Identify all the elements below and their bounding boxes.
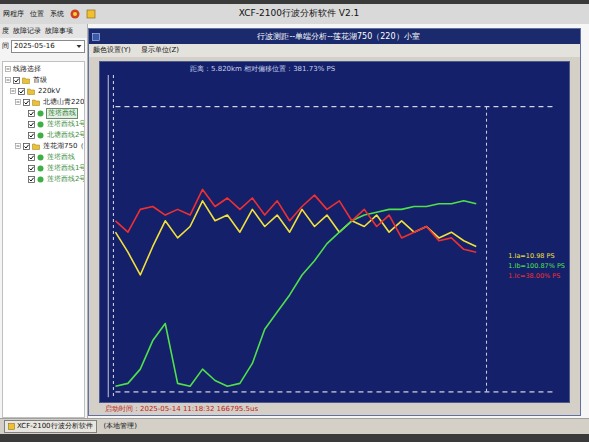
- window-title: XCF-2100行波分析软件 V2.1: [102, 7, 586, 21]
- tree-label[interactable]: 首级: [32, 76, 48, 85]
- analysis-title: 行波测距--单端分析--莲花湖750（220）小室: [100, 31, 577, 43]
- screen: 网程序位置系统XCF-2100行波分析软件 V2.1度故障记录故障事项间2025…: [0, 0, 589, 442]
- workspace: 度故障记录故障事项间2025-05-16线路选择首级220kV北塘山青220_集…: [0, 24, 589, 418]
- waveform-chart: [100, 75, 569, 403]
- analysis-menu: 颜色设置(Y) 显示单位(Z): [89, 44, 580, 57]
- line-icon: [37, 176, 44, 183]
- tree-item[interactable]: 莲塔西线1号: [3, 163, 84, 174]
- checkbox[interactable]: [28, 121, 35, 128]
- line-icon: [37, 165, 44, 172]
- line-icon: [37, 132, 44, 139]
- folder-icon: [32, 99, 40, 106]
- line-icon: [37, 154, 44, 161]
- collapse-icon[interactable]: [5, 77, 11, 83]
- collapse-icon[interactable]: [15, 143, 21, 149]
- tree-label[interactable]: 莲塔西线: [46, 108, 78, 119]
- checkbox[interactable]: [13, 77, 20, 84]
- chart-legend: 1.Ia=10.98 PS 1.Ib=100.87% PS 1.Ic=38.00% …: [508, 252, 565, 280]
- series-line: [115, 200, 476, 274]
- title-bar: 网程序位置系统 XCF-2100行波分析软件 V2.1: [0, 4, 589, 24]
- menu-item[interactable]: 系统: [50, 9, 64, 20]
- tree-item[interactable]: 220kV: [3, 86, 84, 97]
- tree-item[interactable]: 莲塔西线2号: [3, 174, 84, 185]
- checkbox[interactable]: [28, 154, 35, 161]
- tree-header[interactable]: 线路选择: [3, 64, 84, 75]
- tree-item[interactable]: 莲花湖750（220: [3, 141, 84, 152]
- date-label: 间: [2, 41, 9, 52]
- timestamp: 启动时间：2025-05-14 11:18:32 166795.5us: [105, 404, 258, 415]
- toolbar-item[interactable]: 故障记录: [13, 26, 41, 37]
- toolbar-item[interactable]: 故障事项: [45, 26, 73, 37]
- taskbar-item[interactable]: (本地管理): [101, 421, 140, 433]
- folder-icon: [22, 77, 30, 84]
- menu-item[interactable]: 网程序: [3, 9, 24, 20]
- main-menu: 网程序位置系统: [3, 9, 96, 20]
- tree-item[interactable]: 莲塔西线: [3, 152, 84, 163]
- date-value[interactable]: 2025-05-16: [14, 41, 76, 52]
- app-icon: [8, 423, 15, 430]
- tree-label[interactable]: 莲塔西线1号: [46, 120, 85, 129]
- collapse-icon[interactable]: [15, 99, 21, 105]
- taskbar: XCF-2100行波分析软件 (本地管理): [0, 418, 589, 434]
- menu-item[interactable]: 位置: [30, 9, 44, 20]
- date-row: 间 2025-05-16: [0, 38, 87, 55]
- checkbox[interactable]: [28, 176, 35, 183]
- legend-item: 1.Ic=38.00% PS: [508, 272, 565, 280]
- dropdown-icon[interactable]: [76, 44, 82, 49]
- legend-item: 1.Ia=10.98 PS: [508, 252, 565, 260]
- mdi-area: 行波测距--单端分析--莲花湖750（220）小室颜色设置(Y) 显示单位(Z) 距…: [88, 24, 589, 418]
- collapse-icon[interactable]: [10, 88, 16, 94]
- legend-item: 1.Ib=100.87% PS: [508, 262, 565, 270]
- folder-icon: [32, 143, 40, 150]
- series-line: [115, 189, 476, 252]
- menu-item[interactable]: 颜色设置(Y): [93, 45, 131, 56]
- line-icon: [37, 110, 44, 117]
- toolbar: 度故障记录故障事项: [0, 24, 87, 38]
- chart-canvas: 距离：5.820km 相对偏移位置：381.73% PS 1.Ia=10.98 P…: [99, 61, 570, 403]
- tree-item[interactable]: 莲塔西线: [3, 108, 84, 119]
- toolbar-item[interactable]: 度: [2, 26, 9, 37]
- tree-label[interactable]: 莲塔西线1号: [46, 164, 85, 173]
- analysis-window: 行波测距--单端分析--莲花湖750（220）小室颜色设置(Y) 显示单位(Z) 距…: [88, 28, 581, 416]
- tree: 线路选择首级220kV北塘山青220_集莲塔西线莲塔西线1号北塘西线2号莲花湖7…: [2, 61, 85, 419]
- taskbar-item[interactable]: XCF-2100行波分析软件: [4, 420, 97, 433]
- tree-item[interactable]: 北塘西线2号: [3, 130, 84, 141]
- checkbox[interactable]: [28, 165, 35, 172]
- tree-label[interactable]: 北塘西线2号: [46, 131, 85, 140]
- app-icon[interactable]: [70, 9, 80, 19]
- tree-label[interactable]: 北塘山青220_集: [42, 98, 85, 107]
- tree-label[interactable]: 220kV: [37, 87, 61, 96]
- window-icon: [92, 33, 100, 41]
- checkbox[interactable]: [23, 143, 30, 150]
- collapse-icon[interactable]: [5, 66, 11, 72]
- checkbox[interactable]: [18, 88, 25, 95]
- chart-summary: 距离：5.820km 相对偏移位置：381.73% PS: [100, 62, 569, 75]
- checkbox[interactable]: [28, 110, 35, 117]
- tree-label[interactable]: 莲塔西线2号: [46, 175, 85, 184]
- menu-item[interactable]: 显示单位(Z): [141, 45, 179, 56]
- tree-item[interactable]: 北塘山青220_集: [3, 97, 84, 108]
- tool-icon[interactable]: [86, 9, 96, 19]
- left-panel: 度故障记录故障事项间2025-05-16线路选择首级220kV北塘山青220_集…: [0, 24, 88, 418]
- tree-item[interactable]: 莲塔西线1号: [3, 119, 84, 130]
- timestamp-row: 启动时间：2025-05-14 11:18:32 166795.5us: [99, 403, 570, 415]
- tree-label[interactable]: 莲塔西线: [46, 153, 76, 162]
- line-icon: [37, 121, 44, 128]
- checkbox[interactable]: [28, 132, 35, 139]
- chart-frame: 距离：5.820km 相对偏移位置：381.73% PS 1.Ia=10.98 P…: [89, 57, 580, 415]
- date-field[interactable]: 2025-05-16: [11, 40, 85, 53]
- tree-item[interactable]: 首级: [3, 75, 84, 86]
- checkbox[interactable]: [23, 99, 30, 106]
- tree-label[interactable]: 莲花湖750（220: [42, 142, 85, 151]
- analysis-title-bar: 行波测距--单端分析--莲花湖750（220）小室: [89, 29, 580, 44]
- folder-icon: [27, 88, 35, 95]
